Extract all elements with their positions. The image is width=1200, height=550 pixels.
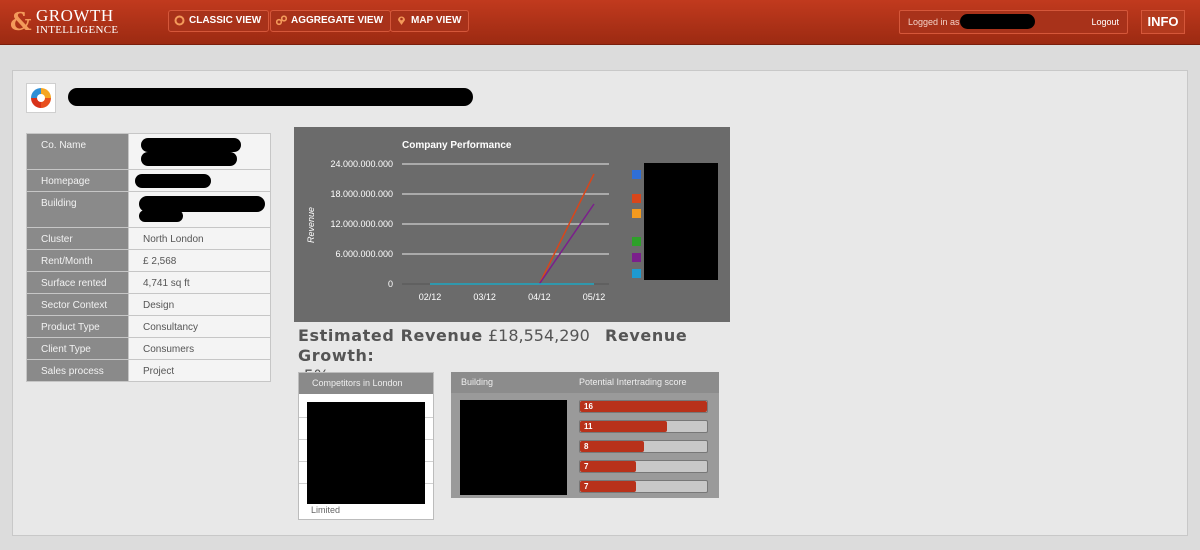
info-button[interactable]: INFO <box>1141 10 1185 34</box>
field-label: Sector Context <box>26 293 129 316</box>
field-label: Product Type <box>26 315 129 338</box>
field-value: 4,741 sq ft <box>128 271 271 294</box>
legend-swatch <box>632 209 641 218</box>
growth-intelligence-logo[interactable]: & GROWTH INTELLIGENCE <box>10 6 125 38</box>
logout-link[interactable]: Logout <box>1091 17 1119 27</box>
aggregate-view-button[interactable]: AGGREGATE VIEW <box>270 10 392 32</box>
y-tick-label: 0 <box>388 279 393 289</box>
field-label: Homepage <box>26 169 129 192</box>
redacted-building-list <box>460 400 567 495</box>
score-bar-fill <box>580 441 644 452</box>
legend-swatch <box>632 237 641 246</box>
score-bar: 8 <box>579 440 708 453</box>
legend-swatch <box>632 269 641 278</box>
classic-view-button[interactable]: CLASSIC VIEW <box>168 10 270 32</box>
link-icon <box>276 15 287 26</box>
field-value: £ 2,568 <box>128 249 271 272</box>
field-value: Consultancy <box>128 315 271 338</box>
score-value: 7 <box>584 462 589 471</box>
field-value[interactable] <box>128 169 271 192</box>
top-navigation-bar: & GROWTH INTELLIGENCE CLASSIC VIEW AGGRE… <box>0 0 1200 45</box>
field-label: Rent/Month <box>26 249 129 272</box>
score-bar: 11 <box>579 420 708 433</box>
y-tick-label: 18.000.000.000 <box>330 189 393 199</box>
y-tick-label: 12.000.000.000 <box>330 219 393 229</box>
company-logo-icon <box>31 88 51 108</box>
estimated-revenue-value: £18,554,290 <box>487 326 590 345</box>
logo-line1: GROWTH <box>36 6 114 25</box>
logged-in-label: Logged in as <box>908 17 960 27</box>
legend-swatch <box>632 194 641 203</box>
table-row: Co. Name <box>26 133 271 170</box>
legend-swatch <box>632 170 641 179</box>
x-tick-label: 03/12 <box>473 292 496 302</box>
competitor-item[interactable]: Limited <box>311 505 340 515</box>
field-label: Client Type <box>26 337 129 360</box>
building-column-header: Building <box>461 377 494 387</box>
competitors-panel: Competitors in London Limited <box>298 372 434 520</box>
company-detail-panel: Co. Name Homepage Building Cluster North… <box>12 70 1188 536</box>
chart-title: Company Performance <box>402 140 512 151</box>
map-pin-icon <box>398 16 405 25</box>
company-logo <box>26 83 56 113</box>
score-value: 11 <box>584 422 593 431</box>
y-axis-label: Revenue <box>306 207 316 243</box>
series-line <box>538 203 595 285</box>
company-info-table: Co. Name Homepage Building Cluster North… <box>26 133 271 382</box>
table-row: Cluster North London <box>26 227 271 250</box>
field-label: Sales process <box>26 359 129 382</box>
score-value: 7 <box>584 482 589 491</box>
y-tick-label: 24.000.000.000 <box>330 159 393 169</box>
redacted-competitors-list <box>307 402 425 504</box>
estimated-revenue-label: Estimated Revenue <box>298 326 483 345</box>
table-row: Building <box>26 191 271 228</box>
field-value <box>128 191 271 228</box>
x-tick-label: 05/12 <box>583 292 606 302</box>
field-label: Co. Name <box>26 133 129 170</box>
map-view-button[interactable]: MAP VIEW <box>390 10 470 32</box>
field-value <box>128 133 271 170</box>
score-column-header: Potential Intertrading score <box>579 377 687 387</box>
table-row: Homepage <box>26 169 271 192</box>
logo-line2: INTELLIGENCE <box>36 24 119 36</box>
field-value: Design <box>128 293 271 316</box>
x-tick-label: 04/12 <box>528 292 551 302</box>
table-row: Sector Context Design <box>26 293 271 316</box>
field-value: Consumers <box>128 337 271 360</box>
competitors-title: Competitors in London <box>299 373 433 394</box>
score-value: 16 <box>584 402 593 411</box>
circle-icon <box>174 15 185 26</box>
field-label: Cluster <box>26 227 129 250</box>
redacted-username <box>960 14 1035 29</box>
field-value: Project <box>128 359 271 382</box>
login-status: Logged in as Logout <box>899 10 1128 34</box>
table-row: Rent/Month £ 2,568 <box>26 249 271 272</box>
aggregate-view-label: AGGREGATE VIEW <box>291 15 384 26</box>
score-bar-fill <box>580 421 668 432</box>
table-row: Product Type Consultancy <box>26 315 271 338</box>
score-bar-fill <box>580 401 707 412</box>
field-value: North London <box>128 227 271 250</box>
x-tick-label: 02/12 <box>419 292 442 302</box>
intertrading-score-panel: Building Potential Intertrading score 16… <box>451 372 719 498</box>
score-bar: 7 <box>579 480 708 493</box>
table-row: Client Type Consumers <box>26 337 271 360</box>
field-label: Building <box>26 191 129 228</box>
series-line <box>538 173 595 285</box>
logo-ampersand-icon: & <box>10 7 32 36</box>
map-view-label: MAP VIEW <box>411 15 462 26</box>
table-row: Surface rented 4,741 sq ft <box>26 271 271 294</box>
company-performance-chart: 24.000.000.000 18.000.000.000 12.000.000.0… <box>294 127 730 322</box>
table-row: Sales process Project <box>26 359 271 382</box>
redacted-legend <box>644 163 718 280</box>
field-label: Surface rented <box>26 271 129 294</box>
classic-view-label: CLASSIC VIEW <box>189 15 262 26</box>
score-bar: 16 <box>579 400 708 413</box>
y-tick-label: 6.000.000.000 <box>335 249 393 259</box>
score-value: 8 <box>584 442 589 451</box>
redacted-company-title <box>68 88 473 106</box>
legend-swatch <box>632 253 641 262</box>
score-bar: 7 <box>579 460 708 473</box>
